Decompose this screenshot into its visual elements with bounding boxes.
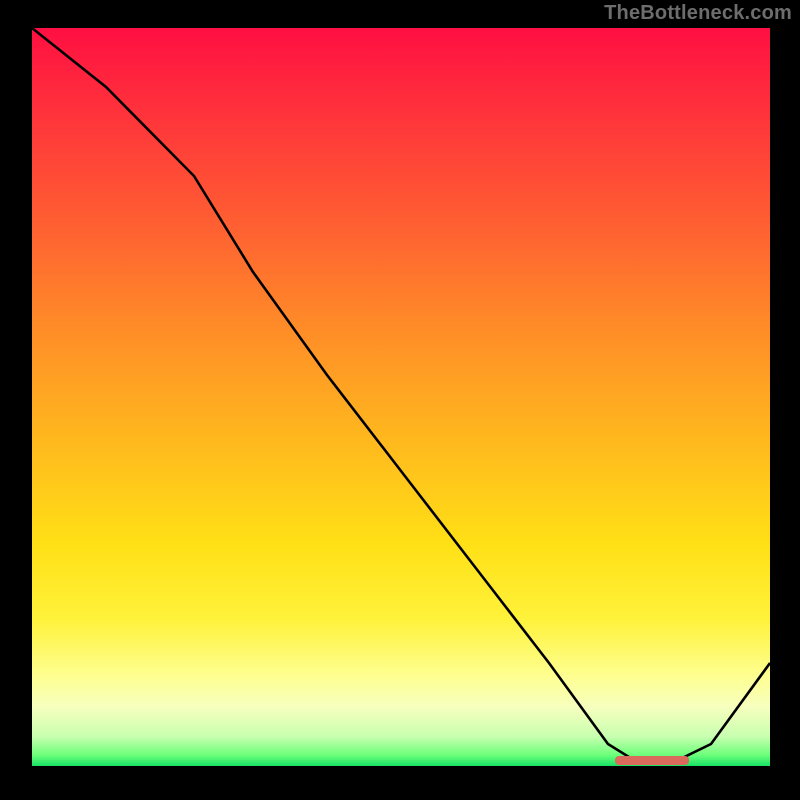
curve-path: [32, 28, 770, 762]
bottleneck-curve: [32, 28, 770, 766]
optimal-marker: [615, 756, 689, 765]
watermark-text: TheBottleneck.com: [604, 2, 792, 25]
chart-container: TheBottleneck.com: [0, 0, 800, 800]
plot-area: [32, 28, 770, 766]
